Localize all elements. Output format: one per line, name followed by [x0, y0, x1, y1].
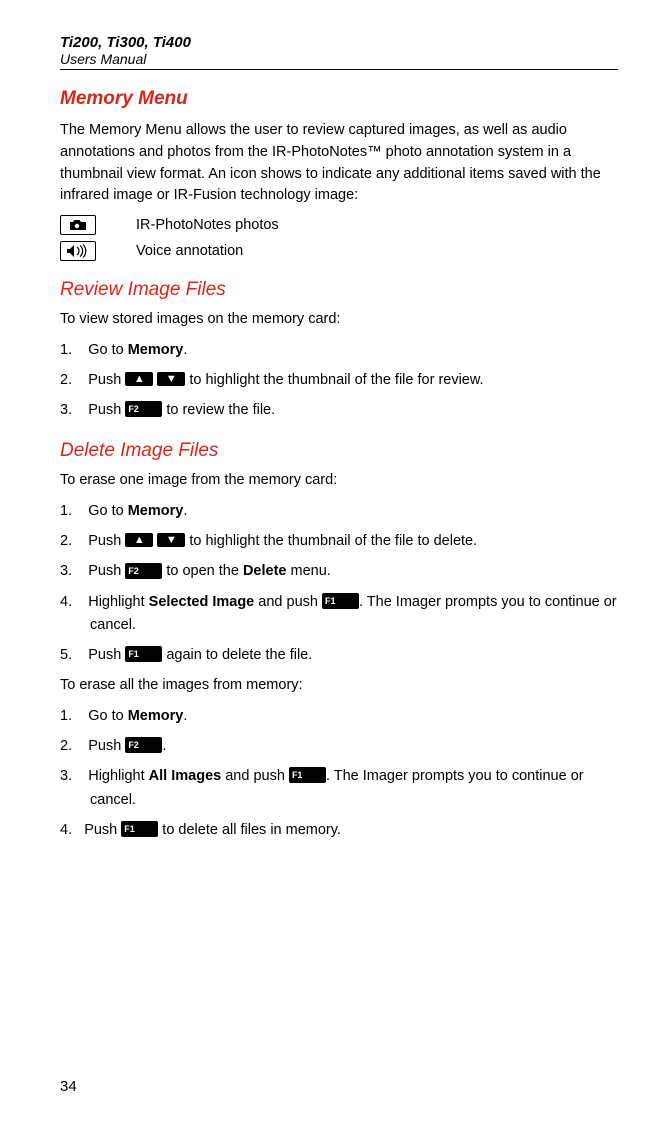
text: again to delete the file.: [162, 647, 312, 663]
f1-button: F1: [125, 646, 162, 662]
text: Push: [88, 738, 125, 754]
speaker-icon: [60, 241, 96, 261]
icon-row-photonotes: IR-PhotoNotes photos: [60, 215, 618, 235]
text: Highlight: [88, 768, 148, 784]
f2-button: F2: [125, 563, 162, 579]
text: to highlight the thumbnail of the file f…: [185, 372, 483, 388]
up-arrow-button: ▲: [125, 533, 153, 547]
step-delone-3: 3. Push F2 to open the Delete menu.: [60, 560, 618, 583]
text: Push: [88, 533, 125, 549]
text: .: [183, 503, 187, 519]
step-delall-4: 4. Push F1 to delete all files in memory…: [60, 819, 618, 842]
f2-button: F2: [125, 737, 162, 753]
heading-memory-menu: Memory Menu: [60, 88, 618, 110]
text: to review the file.: [162, 402, 275, 418]
text: Go to: [88, 503, 128, 519]
text: Push: [88, 372, 125, 388]
step-delone-5: 5. Push F1 again to delete the file.: [60, 644, 618, 667]
step-delall-3: 3. Highlight All Images and push F1. The…: [60, 765, 618, 811]
page-number: 34: [60, 1078, 77, 1095]
step-review-2: 2. Push ▲ ▼ to highlight the thumbnail o…: [60, 369, 618, 392]
text-bold: Delete: [243, 563, 287, 579]
text: to delete all files in memory.: [158, 822, 341, 838]
step-delone-2: 2. Push ▲ ▼ to highlight the thumbnail o…: [60, 530, 618, 553]
step-review-1: 1. Go to Memory.: [60, 339, 618, 362]
heading-delete-files: Delete Image Files: [60, 440, 618, 462]
text: to highlight the thumbnail of the file t…: [185, 533, 477, 549]
intro-delete-one: To erase one image from the memory card:: [60, 470, 618, 492]
text-bold: Memory: [128, 708, 184, 724]
intro-memory-menu: The Memory Menu allows the user to revie…: [60, 120, 618, 207]
step-delall-1: 1. Go to Memory.: [60, 705, 618, 728]
text: Go to: [88, 342, 128, 358]
text: .: [162, 738, 166, 754]
text: Go to: [88, 708, 128, 724]
down-arrow-button: ▼: [157, 372, 185, 386]
page-header: Ti200, Ti300, Ti400 Users Manual: [60, 34, 618, 70]
step-delall-2: 2. Push F2.: [60, 735, 618, 758]
text: Highlight: [88, 594, 148, 610]
text: and push: [254, 594, 322, 610]
text: and push: [221, 768, 289, 784]
down-arrow-button: ▼: [157, 533, 185, 547]
text: Push: [88, 563, 125, 579]
icon-row-voice: Voice annotation: [60, 241, 618, 261]
header-doctype: Users Manual: [60, 51, 618, 67]
heading-review-files: Review Image Files: [60, 279, 618, 301]
step-delone-4: 4. Highlight Selected Image and push F1.…: [60, 591, 618, 637]
text-bold: Selected Image: [149, 594, 255, 610]
text: .: [183, 708, 187, 724]
header-product: Ti200, Ti300, Ti400: [60, 34, 618, 51]
f1-button: F1: [289, 767, 326, 783]
intro-delete-all: To erase all the images from memory:: [60, 675, 618, 697]
text: Push: [88, 647, 125, 663]
f2-button: F2: [125, 401, 162, 417]
camera-icon: [60, 215, 96, 235]
f1-button: F1: [121, 821, 158, 837]
text: to open the: [162, 563, 243, 579]
up-arrow-button: ▲: [125, 372, 153, 386]
page-container: Ti200, Ti300, Ti400 Users Manual Memory …: [0, 0, 668, 1129]
intro-review-files: To view stored images on the memory card…: [60, 309, 618, 331]
text-bold: Memory: [128, 503, 184, 519]
step-delone-1: 1. Go to Memory.: [60, 500, 618, 523]
text: Push: [88, 402, 125, 418]
text: Push: [84, 822, 121, 838]
icon-label-voice: Voice annotation: [136, 243, 243, 259]
text-bold: All Images: [149, 768, 222, 784]
text-bold: Memory: [128, 342, 184, 358]
f1-button: F1: [322, 593, 359, 609]
step-review-3: 3. Push F2 to review the file.: [60, 399, 618, 422]
text: menu.: [286, 563, 330, 579]
icon-label-photonotes: IR-PhotoNotes photos: [136, 217, 279, 233]
text: .: [183, 342, 187, 358]
